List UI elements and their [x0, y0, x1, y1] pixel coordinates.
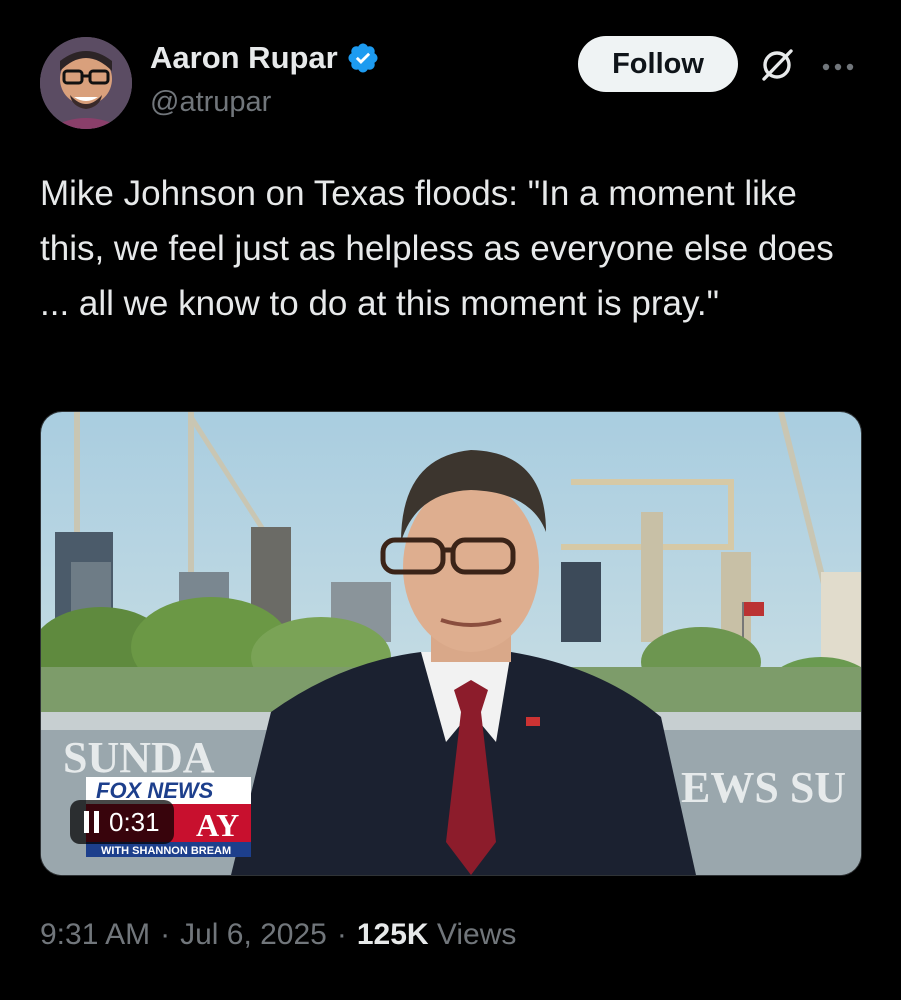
tweet-text: Mike Johnson on Texas floods: "In a mome… — [40, 174, 844, 323]
video-duration-badge[interactable]: 0:31 — [70, 800, 174, 844]
video-duration: 0:31 — [109, 806, 160, 837]
tweet-date[interactable]: Jul 6, 2025 — [180, 918, 327, 952]
meta-separator: · — [336, 918, 347, 951]
author-block: Aaron Rupar @atrupar — [150, 40, 380, 119]
follow-button[interactable]: Follow — [578, 36, 738, 92]
video-player[interactable]: SUNDA EWS SU FOX NEWS AY WITH SHANNON BR… — [40, 411, 862, 876]
views-label[interactable]: Views — [437, 918, 516, 951]
author-name[interactable]: Aaron Rupar — [150, 40, 338, 76]
avatar-image — [40, 37, 132, 129]
views-count[interactable]: 125K — [357, 918, 429, 951]
tweet-time[interactable]: 9:31 AM — [40, 918, 150, 952]
set-sign-left: SUNDA — [63, 733, 215, 782]
more-horizontal-icon[interactable] — [818, 60, 858, 72]
verified-badge-icon[interactable] — [346, 41, 380, 75]
avatar[interactable] — [40, 37, 132, 129]
pause-icon[interactable] — [84, 811, 99, 833]
set-sign-right: EWS SU — [681, 763, 846, 812]
show-title-fragment: AY — [196, 807, 239, 843]
host-line: WITH SHANNON BREAM — [101, 845, 231, 857]
grok-icon[interactable] — [758, 46, 796, 84]
author-handle[interactable]: @atrupar — [150, 86, 380, 119]
tweet-meta: 9:31 AM · Jul 6, 2025 · 125K Views — [40, 918, 516, 952]
meta-separator: · — [160, 918, 171, 951]
